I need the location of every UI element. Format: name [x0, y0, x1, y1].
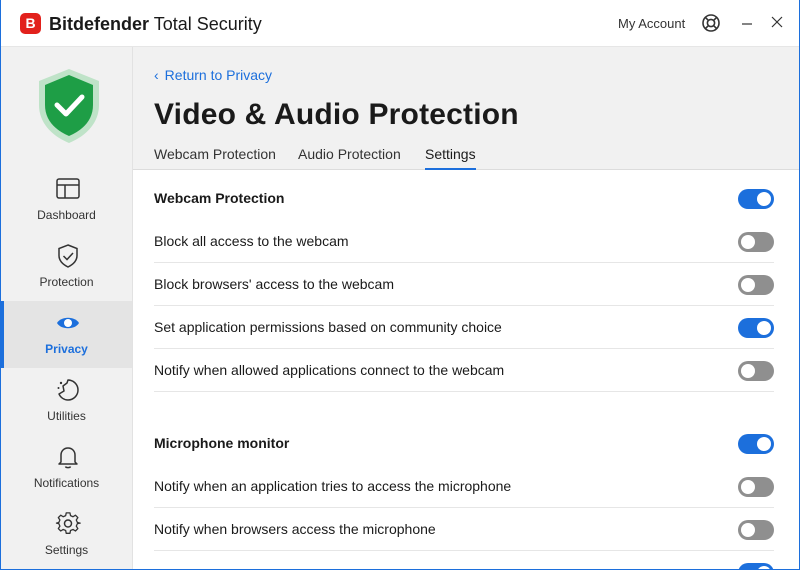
toggle-knob	[741, 523, 755, 537]
toggle-knob	[757, 566, 771, 569]
setting-label: Block all access to the webcam	[154, 233, 349, 249]
utilities-icon	[57, 379, 79, 401]
sidebar-item-settings[interactable]: Settings	[1, 502, 132, 569]
shield-check-icon	[58, 244, 78, 268]
app-title: Bitdefender Total Security	[49, 13, 262, 35]
setting-label: Notify when allowed applications connect…	[154, 362, 505, 378]
webcam-protection-toggle[interactable]	[738, 189, 774, 209]
toggle-knob	[741, 364, 755, 378]
close-icon[interactable]	[768, 13, 788, 33]
notify-app-microphone-toggle[interactable]	[738, 477, 774, 497]
help-lifebuoy-icon[interactable]	[701, 13, 721, 33]
sidebar-item-notifications[interactable]: Notifications	[1, 435, 132, 502]
toggle-knob	[741, 278, 755, 292]
microphone-monitor-toggle[interactable]	[738, 434, 774, 454]
block-browsers-webcam-toggle[interactable]	[738, 275, 774, 295]
app-brand: Bitdefender	[49, 14, 150, 34]
back-link-label: Return to Privacy	[164, 67, 273, 83]
eye-icon	[57, 317, 79, 329]
sidebar-item-dashboard[interactable]: Dashboard	[1, 167, 132, 234]
bell-icon	[58, 447, 78, 469]
sidebar-item-protection[interactable]: Protection	[1, 234, 132, 301]
gear-icon	[55, 512, 81, 534]
tab-settings[interactable]: Settings	[425, 146, 476, 170]
toggle-knob	[757, 437, 771, 451]
webcam-protection-row: Webcam Protection	[154, 177, 774, 220]
my-account-link[interactable]: My Account	[618, 16, 685, 32]
tab-audio-protection[interactable]: Audio Protection	[298, 146, 401, 170]
bitdefender-logo-icon: B	[20, 13, 41, 34]
setting-row: Set application permissions based on com…	[154, 306, 774, 349]
chevron-left-icon: ‹	[154, 67, 159, 83]
protection-status-shield-icon	[39, 69, 99, 143]
block-all-webcam-toggle[interactable]	[738, 232, 774, 252]
community-permissions-toggle[interactable]	[738, 318, 774, 338]
sidebar-item-label: Protection	[39, 275, 94, 289]
setting-label: Set application permissions based on com…	[154, 319, 502, 335]
sidebar-item-label: Dashboard	[37, 208, 96, 222]
dashboard-icon	[56, 178, 80, 199]
setting-label: Block browsers' access to the webcam	[154, 276, 394, 292]
toggle-knob	[757, 192, 771, 206]
notify-webcam-connect-toggle[interactable]	[738, 361, 774, 381]
setting-row	[154, 551, 774, 569]
toggle-knob	[757, 321, 771, 335]
section-title: Webcam Protection	[154, 190, 285, 206]
setting-row: Block all access to the webcam	[154, 220, 774, 263]
setting-label: Notify when an application tries to acce…	[154, 478, 512, 494]
microphone-option-toggle[interactable]	[738, 563, 774, 569]
sidebar-item-label: Settings	[44, 543, 89, 557]
sidebar: Dashboard Protection Privacy Utilities N…	[1, 47, 133, 569]
sidebar-item-label: Notifications	[33, 476, 100, 490]
setting-label: Notify when browsers access the micropho…	[154, 521, 436, 537]
tab-webcam-protection[interactable]: Webcam Protection	[154, 146, 276, 170]
sidebar-item-privacy[interactable]: Privacy	[1, 301, 132, 368]
setting-row: Notify when browsers access the micropho…	[154, 508, 774, 551]
sidebar-item-label: Utilities	[47, 409, 86, 423]
app-window: B Bitdefender Total Security My Account	[0, 0, 800, 570]
app-product: Total Security	[153, 14, 262, 34]
page-title: Video & Audio Protection	[154, 98, 519, 131]
page-header: ‹ Return to Privacy Video & Audio Protect…	[133, 47, 799, 170]
toggle-knob	[741, 235, 755, 249]
return-to-privacy-link[interactable]: ‹ Return to Privacy	[154, 67, 272, 83]
minimize-icon[interactable]	[738, 13, 758, 33]
notify-browsers-microphone-toggle[interactable]	[738, 520, 774, 540]
toggle-knob	[741, 480, 755, 494]
setting-row: Notify when allowed applications connect…	[154, 349, 774, 392]
sidebar-item-label: Privacy	[45, 342, 88, 356]
title-bar: B Bitdefender Total Security My Account	[1, 0, 799, 47]
sidebar-item-utilities[interactable]: Utilities	[1, 368, 132, 435]
microphone-monitor-row: Microphone monitor	[154, 422, 774, 465]
settings-list: Webcam Protection Block all access to th…	[133, 170, 799, 569]
setting-row: Block browsers' access to the webcam	[154, 263, 774, 306]
section-title: Microphone monitor	[154, 435, 290, 451]
setting-row: Notify when an application tries to acce…	[154, 465, 774, 508]
